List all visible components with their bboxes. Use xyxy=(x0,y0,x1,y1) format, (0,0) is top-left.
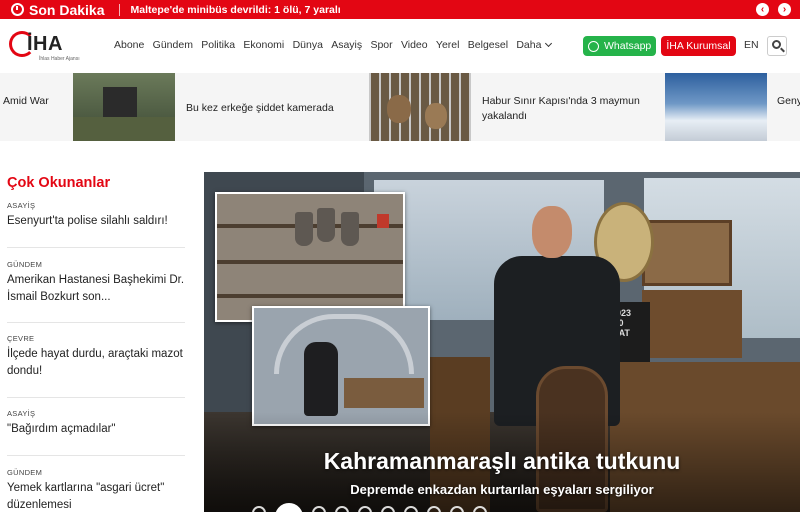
hero-photo-radio xyxy=(642,220,732,286)
headline[interactable]: Esenyurt'ta polise silahlı saldırı! xyxy=(7,213,185,230)
nav-item-gundem[interactable]: Gündem xyxy=(153,39,193,51)
previous-arrow-icon[interactable]: ‹ xyxy=(756,3,769,16)
slider-dot[interactable] xyxy=(473,506,487,512)
nav-item-yerel[interactable]: Yerel xyxy=(436,39,460,51)
strip-item-text[interactable]: Bu kez erkeğe şiddet kamerada xyxy=(186,101,334,116)
headline[interactable]: Yemek kartlarına "asgari ücret" düzenlem… xyxy=(7,480,185,514)
nav-item-politika[interactable]: Politika xyxy=(201,39,235,51)
strip-item-text[interactable]: Amid War xyxy=(3,94,49,109)
headline[interactable]: İlçede hayat durdu, araçtaki mazot dondu… xyxy=(7,346,185,380)
headline[interactable]: Amerikan Hastanesi Başhekimi Dr. İsmail … xyxy=(7,272,185,306)
logo-subtitle: İhlas Haber Ajansı xyxy=(39,56,80,62)
slider-dot[interactable] xyxy=(335,506,349,512)
nav-more-label: Daha xyxy=(516,39,542,51)
most-read-title: Çok Okunanlar xyxy=(7,175,111,191)
most-read-item[interactable]: ASAYİŞ Esenyurt'ta polise silahlı saldır… xyxy=(7,201,185,230)
kurumsal-button[interactable]: İHA Kurumsal xyxy=(661,36,736,56)
most-read-item[interactable]: GÜNDEM Yemek kartlarına "asgari ücret" d… xyxy=(7,468,185,514)
divider xyxy=(7,397,185,398)
category-label: GÜNDEM xyxy=(7,260,43,269)
hero-slider[interactable]: 2023 0 BAT Kahramanmaraşlı antika tutkunu … xyxy=(204,172,800,512)
divider xyxy=(119,3,121,16)
slider-dot[interactable] xyxy=(427,506,441,512)
news-strip: Amid War Bu kez erkeğe şiddet kamerada H… xyxy=(0,73,800,141)
breaking-title: Son Dakika xyxy=(29,1,105,18)
slider-dot[interactable] xyxy=(450,506,464,512)
hero-photo-person-head xyxy=(532,206,572,258)
headline[interactable]: "Bağırdım açmadılar" xyxy=(7,421,185,438)
chevron-down-icon xyxy=(545,39,553,48)
category-label: GÜNDEM xyxy=(7,468,43,477)
whatsapp-label: Whatsapp xyxy=(604,40,652,52)
nav-item-dunya[interactable]: Dünya xyxy=(293,39,323,51)
divider xyxy=(7,455,185,456)
breaking-news-bar: Son Dakika Maltepe'de minibüs devrildi: … xyxy=(0,0,800,19)
clock-icon xyxy=(11,3,24,16)
nav-item-asayis[interactable]: Asayiş xyxy=(331,39,362,51)
divider xyxy=(7,322,185,323)
whatsapp-icon xyxy=(588,40,599,52)
site-header: İHA İhlas Haber Ajansı Abone Gündem Poli… xyxy=(0,19,800,73)
strip-item-text[interactable]: Habur Sınır Kapısı'nda 3 maymun yakaland… xyxy=(482,94,642,124)
iha-logo[interactable]: İHA İhlas Haber Ajansı xyxy=(9,31,89,63)
strip-item-text[interactable]: Geny manz xyxy=(777,94,800,109)
hero-inset-photo xyxy=(252,306,430,426)
nav-item-ekonomi[interactable]: Ekonomi xyxy=(243,39,284,51)
next-arrow-icon[interactable]: › xyxy=(778,3,791,16)
slider-dot[interactable] xyxy=(404,506,418,512)
most-read-item[interactable]: GÜNDEM Amerikan Hastanesi Başhekimi Dr. … xyxy=(7,260,185,306)
hero-inset-photo xyxy=(215,192,405,322)
strip-thumbnail[interactable] xyxy=(73,73,175,141)
slider-dot[interactable] xyxy=(312,506,326,512)
nav-item-spor[interactable]: Spor xyxy=(370,39,392,51)
category-label: ASAYİŞ xyxy=(7,409,36,418)
category-label: ÇEVRE xyxy=(7,334,35,343)
slider-dot[interactable] xyxy=(381,506,395,512)
main-nav: Abone Gündem Politika Ekonomi Dünya Asay… xyxy=(114,39,553,51)
search-icon-handle xyxy=(780,47,785,53)
strip-thumbnail[interactable] xyxy=(369,73,471,141)
category-label: ASAYİŞ xyxy=(7,201,36,210)
hero-subline[interactable]: Depremde enkazdan kurtarılan eşyaları se… xyxy=(204,482,800,497)
nav-item-abone[interactable]: Abone xyxy=(114,39,144,51)
most-read-item[interactable]: ÇEVRE İlçede hayat durdu, araçtaki mazot… xyxy=(7,334,185,380)
nav-item-more[interactable]: Daha xyxy=(516,39,553,51)
nav-item-video[interactable]: Video xyxy=(401,39,428,51)
nav-item-belgesel[interactable]: Belgesel xyxy=(468,39,508,51)
search-button[interactable] xyxy=(767,36,787,56)
most-read-item[interactable]: ASAYİŞ "Bağırdım açmadılar" xyxy=(7,409,185,438)
hero-photo-furniture xyxy=(642,290,742,358)
slider-pagination xyxy=(252,503,487,512)
slider-dot[interactable] xyxy=(252,506,266,512)
strip-thumbnail[interactable] xyxy=(665,73,767,141)
whatsapp-button[interactable]: Whatsapp xyxy=(583,36,656,56)
breaking-headline[interactable]: Maltepe'de minibüs devrildi: 1 ölü, 7 ya… xyxy=(130,4,340,16)
slider-dot[interactable] xyxy=(358,506,372,512)
hero-headline[interactable]: Kahramanmaraşlı antika tutkunu xyxy=(204,448,800,475)
logo-wordmark: İHA xyxy=(27,33,63,55)
language-switch[interactable]: EN xyxy=(744,39,759,51)
divider xyxy=(7,247,185,248)
